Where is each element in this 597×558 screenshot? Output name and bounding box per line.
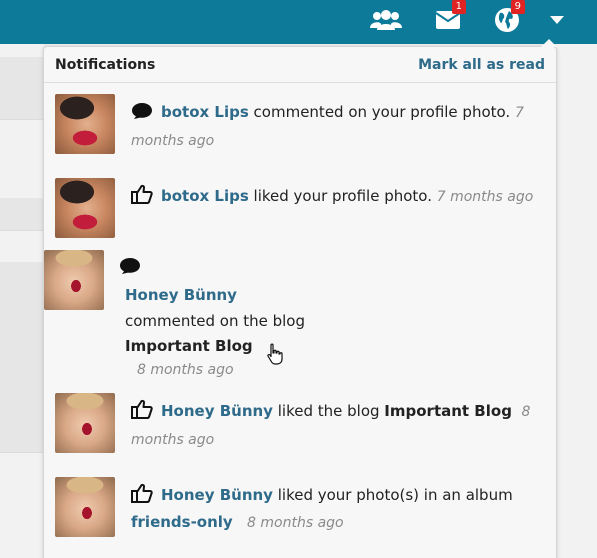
comment-icon xyxy=(120,258,140,274)
album-link[interactable]: friends-only xyxy=(131,513,233,531)
user-link[interactable]: Honey Bünny xyxy=(161,486,273,504)
blog-link[interactable]: Important Blog xyxy=(125,333,253,360)
notification-text: botox Lips commented on your profile pho… xyxy=(131,103,524,149)
panel-title: Notifications xyxy=(55,57,156,73)
blog-link[interactable]: Important Blog xyxy=(384,402,512,420)
user-link[interactable]: Honey Bünny xyxy=(125,282,237,309)
top-navbar: 1 9 xyxy=(0,0,597,44)
avatar[interactable] xyxy=(44,250,104,310)
friends-icon[interactable] xyxy=(370,6,402,34)
user-link[interactable]: Honey Bünny xyxy=(161,402,273,420)
messages-icon[interactable]: 1 xyxy=(432,0,466,34)
notifications-badge: 9 xyxy=(510,0,525,14)
user-link[interactable]: botox Lips xyxy=(161,103,249,121)
mark-all-read-link[interactable]: Mark all as read xyxy=(418,57,545,73)
timestamp: 7 months ago xyxy=(436,189,534,205)
thumbs-up-icon xyxy=(131,399,153,419)
notification-text: Honey Bünny liked the blog Important Blo… xyxy=(131,398,536,454)
notifications-panel: Notifications Mark all as read botox Lip… xyxy=(43,39,557,558)
notification-text: commented on the blog xyxy=(125,312,306,330)
thumbs-up-icon xyxy=(131,184,153,204)
panel-caret xyxy=(541,39,557,47)
avatar[interactable] xyxy=(55,477,115,537)
timestamp: 8 months ago xyxy=(247,515,344,531)
background-page-right xyxy=(556,44,597,558)
comment-icon xyxy=(132,103,152,119)
messages-badge: 1 xyxy=(451,0,466,14)
thumbs-up-icon xyxy=(131,483,153,503)
caret-down-icon[interactable] xyxy=(541,6,573,34)
avatar[interactable] xyxy=(55,178,115,238)
avatar[interactable] xyxy=(55,94,115,154)
notification-text: botox Lips liked your profile photo. 7 m… xyxy=(131,183,551,211)
notification-text: Honey Bünny liked your photo(s) in an al… xyxy=(131,482,541,537)
panel-header: Notifications Mark all as read xyxy=(44,47,556,83)
notifications-icon[interactable]: 9 xyxy=(491,0,525,34)
timestamp: 8 months ago xyxy=(137,362,234,378)
avatar[interactable] xyxy=(55,393,115,453)
background-page-left xyxy=(0,44,44,558)
hand-cursor-icon xyxy=(267,343,283,365)
user-link[interactable]: botox Lips xyxy=(161,187,249,205)
